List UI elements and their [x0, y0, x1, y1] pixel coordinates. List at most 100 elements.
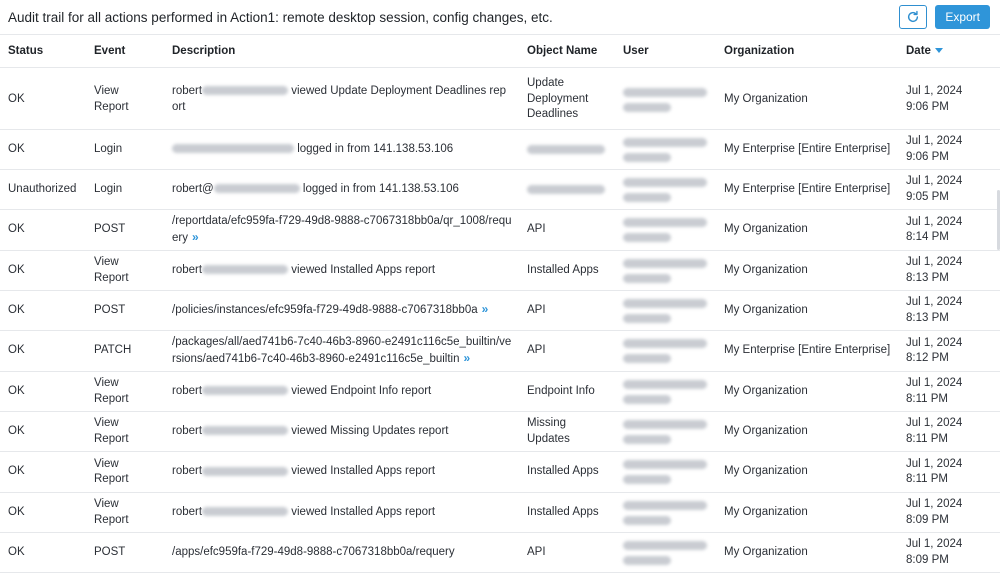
table-row[interactable]: Unauthorized Login robert@ logged in from … — [0, 170, 1000, 210]
redacted-text — [623, 233, 671, 242]
column-header-status[interactable]: Status — [8, 35, 43, 67]
table-row[interactable]: OK View Report robert viewed Installed Apps… — [0, 493, 1000, 533]
object-name-cell: Installed Apps — [527, 493, 617, 532]
table-row[interactable]: OK PATCH/packages/all/aed741b6-7c40-46b3-… — [0, 331, 1000, 372]
date-text: Jul 1, 2024 8:13 PM — [906, 255, 962, 286]
date-text-line: Jul 1, 2024 — [906, 215, 963, 228]
table-row[interactable]: OK View Report robert viewed Installed Apps… — [0, 452, 1000, 493]
description-prefix: robert — [172, 85, 203, 97]
redacted-text — [202, 265, 289, 275]
event-text: Login — [94, 142, 122, 158]
table-row[interactable]: OK View Report robert viewed Update Deploym… — [0, 70, 1000, 130]
table-row[interactable]: OK POST/policies/instances/efc959fa-f729-… — [0, 291, 1000, 331]
status-cell: OK — [8, 92, 25, 105]
redacted-user — [623, 339, 707, 363]
redacted-user — [623, 87, 707, 112]
expand-icon[interactable]: » — [192, 230, 199, 244]
description-cell: /policies/instances/efc959fa-f729-49d8-9… — [172, 291, 512, 330]
event-cell: View Report — [94, 493, 164, 532]
date-text-line: 9:06 PM — [906, 100, 949, 113]
redacted-text — [623, 313, 671, 323]
object-name-text: API — [527, 303, 546, 319]
date-cell: Jul 1, 2024 8:11 PM — [906, 412, 996, 451]
date-text-line: Jul 1, 2024 — [906, 175, 963, 187]
description-text: /policies/instances/efc959fa-f729-49d8-9… — [172, 302, 488, 319]
date-text-line: Jul 1, 2024 — [906, 377, 963, 389]
event-cell: View Report — [94, 372, 164, 411]
export-button[interactable]: Export — [935, 5, 990, 29]
user-cell — [623, 493, 718, 532]
redacted-text — [202, 386, 289, 396]
object-name-text: API — [527, 222, 546, 238]
organization-cell: My Enterprise [Entire Enterprise] — [724, 344, 891, 357]
date-text-line: 8:13 PM — [906, 271, 949, 284]
date-text-line: 8:14 PM — [906, 231, 949, 243]
column-header-date[interactable]: Date — [906, 35, 943, 67]
redacted-text — [527, 185, 605, 194]
date-cell: Jul 1, 2024 8:09 PM — [906, 493, 996, 532]
object-name-text: Installed Apps — [527, 505, 599, 521]
object-name-text-line: API — [527, 545, 546, 558]
object-name-text: Installed Apps — [527, 263, 599, 279]
date-cell: Jul 1, 2024 8:09 PM — [906, 533, 996, 572]
redacted-text — [623, 339, 707, 348]
date-text-line: 8:11 PM — [906, 392, 948, 405]
object-name-cell: Update Deployment Deadlines — [527, 70, 617, 129]
description-prefix: /reportdata/efc959fa-f729-49d8-9888-c706… — [172, 215, 512, 244]
object-name-text-line: Deadlines — [527, 108, 579, 121]
user-cell — [623, 210, 718, 250]
table-row[interactable]: OK POST/apps/efc959fa-f729-49d8-9888-c706… — [0, 533, 1000, 573]
redacted-text — [623, 218, 707, 227]
column-header-object-name[interactable]: Object Name — [527, 35, 597, 67]
event-text-line: View — [94, 256, 119, 268]
event-text-line: View — [94, 498, 119, 510]
object-name-cell: API — [527, 291, 617, 330]
redacted-text — [202, 86, 289, 96]
user-cell — [623, 412, 718, 451]
table-row[interactable]: OK POST/reportdata/efc959fa-f729-49d8-988… — [0, 210, 1000, 251]
table-row[interactable]: OK View Report robert viewed Missing Update… — [0, 412, 1000, 452]
date-text: Jul 1, 2024 9:06 PM — [906, 134, 962, 165]
sort-desc-icon — [934, 48, 943, 54]
event-cell: POST — [94, 533, 164, 572]
description-cell: robert viewed Installed Apps report — [172, 452, 512, 492]
date-text-line: 8:09 PM — [906, 513, 949, 526]
column-header-organization[interactable]: Organization — [724, 35, 794, 67]
expand-icon[interactable]: » — [482, 302, 489, 316]
refresh-button[interactable] — [899, 5, 928, 29]
description-prefix: robert — [172, 384, 203, 397]
redacted-text — [623, 354, 671, 363]
event-text: View Report — [94, 376, 129, 407]
redacted-text — [623, 273, 671, 283]
table-row[interactable]: OK Login logged in from 141.138.53.106 My … — [0, 130, 1000, 170]
redacted-user — [623, 177, 707, 202]
description-prefix: /packages/all/aed741b6-7c40-46b3-8960-e2… — [172, 336, 512, 365]
object-name-text: Endpoint Info — [527, 384, 595, 400]
redacted-text — [623, 460, 707, 469]
object-name-text: API — [527, 343, 546, 359]
object-name-text: Update Deployment Deadlines — [527, 76, 588, 123]
description-text: robert viewed Installed Apps report — [172, 464, 435, 480]
description-suffix: viewed Installed Apps report — [288, 465, 436, 478]
expand-icon[interactable]: » — [464, 351, 471, 365]
description-text: logged in from 141.138.53.106 — [172, 142, 453, 158]
redacted-text — [623, 87, 707, 97]
object-name-cell: API — [527, 533, 617, 572]
status-cell: OK — [8, 303, 25, 316]
description-text: robert viewed Missing Updates report — [172, 424, 448, 440]
date-cell: Jul 1, 2024 8:14 PM — [906, 210, 996, 250]
table-row[interactable]: OK View Report robert viewed Endpoint Info … — [0, 372, 1000, 412]
redacted-text — [172, 144, 294, 154]
column-header-event[interactable]: Event — [94, 35, 125, 67]
redacted-text — [623, 379, 707, 389]
redacted-text — [623, 475, 671, 484]
column-header-user[interactable]: User — [623, 35, 649, 67]
description-cell: robert viewed Installed Apps report — [172, 251, 512, 290]
organization-cell: My Enterprise [Entire Enterprise] — [724, 182, 891, 195]
column-header-description[interactable]: Description — [172, 35, 235, 67]
redacted-user — [623, 218, 707, 242]
event-text-line: POST — [94, 223, 126, 236]
date-cell: Jul 1, 2024 8:12 PM — [906, 331, 996, 371]
table-row[interactable]: OK View Report robert viewed Installed Apps… — [0, 251, 1000, 291]
description-prefix: robert — [172, 263, 203, 276]
